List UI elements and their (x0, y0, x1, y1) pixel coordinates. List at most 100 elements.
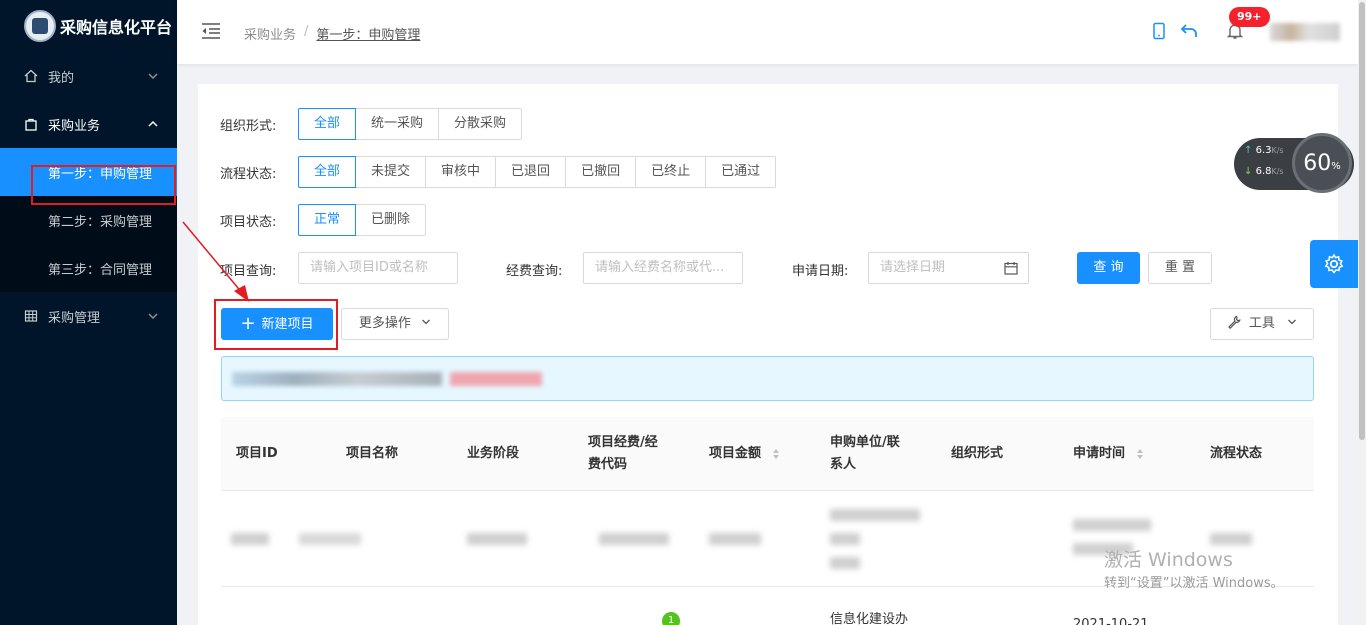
upload-arrow-icon: ↑ (1244, 145, 1253, 156)
chevron-down-icon (148, 73, 158, 80)
filter-org-dispersed[interactable]: 分散采购 (438, 108, 523, 140)
calendar-icon (1004, 262, 1018, 275)
cell-redacted (1210, 533, 1252, 545)
cell-redacted (467, 533, 527, 545)
cpu-usage-unit: % (1331, 160, 1341, 172)
breadcrumb-parent[interactable]: 采购业务 (244, 24, 296, 43)
content-card: 组织形式: 全部 统一采购 分散采购 流程状态: 全部 未提交 审核中 已退回 … (198, 84, 1338, 625)
home-icon (24, 69, 38, 83)
windows-activation-title: 激活 Windows (1104, 549, 1233, 571)
query-button[interactable]: 查 询 (1077, 252, 1140, 284)
date-label: 申请日期: (792, 264, 849, 279)
filter-flow-withdrawn[interactable]: 已撤回 (565, 156, 637, 188)
alert-text-redacted (232, 372, 442, 386)
col-unit-contact: 申购单位/联系人 (830, 435, 900, 472)
filter-project-label: 项目状态: (220, 214, 277, 230)
menu-fold-icon[interactable] (201, 22, 221, 40)
col-amount-label: 项目金额 (709, 446, 762, 461)
sidebar-subitem-step3[interactable]: 第三步：合同管理 (0, 244, 177, 292)
project-query-label: 项目查询: (220, 264, 277, 279)
filter-org-group: 全部 统一采购 分散采购 (298, 108, 523, 140)
filter-project-group: 正常 已删除 (298, 204, 427, 236)
sidebar-item-purchase-business[interactable]: 采购业务 (0, 100, 177, 148)
tablet-icon[interactable] (1150, 22, 1168, 40)
reset-button[interactable]: 重 置 (1148, 252, 1212, 284)
sidebar-subitem-label: 第二步：采购管理 (48, 214, 153, 230)
cell-redacted (599, 533, 669, 545)
user-avatar[interactable] (1270, 23, 1340, 41)
col-fund-code: 项目经费/经费代码 (588, 435, 658, 472)
breadcrumb-separator: / (304, 24, 309, 39)
sidebar: 采购信息化平台 我的 采购业务 第一步：申购管理 第二步：采购管理 第三步：合同… (0, 0, 177, 625)
col-amount[interactable]: 项目金额 (709, 443, 780, 465)
gear-icon (1324, 253, 1344, 274)
col-org-form: 组织形式 (951, 446, 1004, 461)
highlight-box-new-project (214, 299, 338, 350)
date-picker-input[interactable]: 请选择日期 (868, 252, 1029, 284)
shopping-bag-icon (25, 118, 37, 131)
network-speed-widget[interactable]: ↑ 6.3K/s ↓ 6.8K/s 60% (1234, 133, 1354, 193)
cell-redacted (709, 533, 761, 545)
settings-float-button[interactable] (1310, 240, 1358, 288)
filter-project: 项目状态: 正常 已删除 (220, 204, 427, 236)
filter-org-all[interactable]: 全部 (298, 108, 357, 140)
cpu-usage-value: 60 (1303, 150, 1332, 176)
filter-org-unified[interactable]: 统一采购 (355, 108, 440, 140)
page-scrollbar-thumb[interactable] (1359, 2, 1365, 440)
more-ops-label: 更多操作 (358, 316, 411, 331)
chevron-up-icon (148, 120, 158, 127)
table-row[interactable]: 1 信息化建设办 2021-10-21 (221, 588, 1314, 625)
logo[interactable]: 采购信息化平台 (0, 0, 177, 52)
app-title: 采购信息化平台 (60, 18, 173, 37)
cell-redacted (231, 533, 269, 545)
filter-project-deleted[interactable]: 已删除 (355, 204, 427, 236)
more-ops-dropdown[interactable]: 更多操作 (341, 308, 449, 340)
filter-flow-terminated[interactable]: 已终止 (635, 156, 707, 188)
logo-emblem-icon (24, 10, 56, 42)
cell-redacted (1073, 519, 1151, 531)
cell-redacted (830, 509, 920, 521)
sidebar-item-purchase-management[interactable]: 采购管理 (0, 292, 177, 340)
info-alert (221, 356, 1314, 401)
date-placeholder: 请选择日期 (880, 260, 946, 275)
cell-redacted (830, 557, 860, 569)
sort-icon[interactable] (772, 448, 780, 460)
download-speed-unit: K/s (1271, 167, 1284, 176)
project-query-input[interactable]: 请输入项目ID或名称 (298, 252, 458, 284)
filter-flow-returned[interactable]: 已退回 (495, 156, 567, 188)
cell-redacted (830, 533, 860, 545)
filter-org: 组织形式: 全部 统一采购 分散采购 (220, 108, 523, 140)
upload-speed: 6.3 (1255, 145, 1272, 156)
alert-highlight-redacted (450, 372, 542, 386)
filter-flow-all[interactable]: 全部 (298, 156, 357, 188)
sidebar-item-label: 采购管理 (48, 310, 101, 326)
undo-icon[interactable] (1180, 22, 1198, 40)
col-flow-status: 流程状态 (1210, 446, 1263, 461)
col-apply-time[interactable]: 申请时间 (1073, 443, 1144, 465)
sidebar-item-label: 采购业务 (48, 118, 101, 134)
breadcrumb-current[interactable]: 第一步：申购管理 (316, 24, 420, 43)
filter-flow-passed[interactable]: 已通过 (705, 156, 777, 188)
sidebar-item-label: 我的 (48, 70, 75, 86)
col-business-stage: 业务阶段 (467, 446, 520, 461)
tools-dropdown[interactable]: 工具 (1210, 308, 1314, 340)
sidebar-item-mine[interactable]: 我的 (0, 52, 177, 100)
upload-speed-unit: K/s (1271, 146, 1284, 155)
cell-redacted (299, 533, 361, 545)
filter-flow-group: 全部 未提交 审核中 已退回 已撤回 已终止 已通过 (298, 156, 777, 188)
filter-flow-unsubmitted[interactable]: 未提交 (355, 156, 427, 188)
filter-flow-reviewing[interactable]: 审核中 (425, 156, 497, 188)
tools-label: 工具 (1248, 316, 1275, 331)
cell-apply-time: 2021-10-21 (1073, 617, 1149, 625)
fund-query-label: 经费查询: (506, 264, 563, 279)
table-icon (24, 310, 38, 322)
table-header: 项目ID 项目名称 业务阶段 项目经费/经费代码 项目金额 申购单位/联系人 组… (221, 417, 1314, 491)
wrench-icon (1228, 315, 1241, 330)
filter-flow-label: 流程状态: (220, 166, 277, 182)
sort-icon[interactable] (1136, 448, 1144, 460)
step-badge: 1 (662, 612, 680, 625)
filter-project-normal[interactable]: 正常 (298, 204, 357, 236)
fund-query-input[interactable]: 请输入经费名称或代... (583, 252, 743, 284)
cell-unit: 信息化建设办 (830, 612, 909, 625)
filter-flow: 流程状态: 全部 未提交 审核中 已退回 已撤回 已终止 已通过 (220, 156, 777, 188)
